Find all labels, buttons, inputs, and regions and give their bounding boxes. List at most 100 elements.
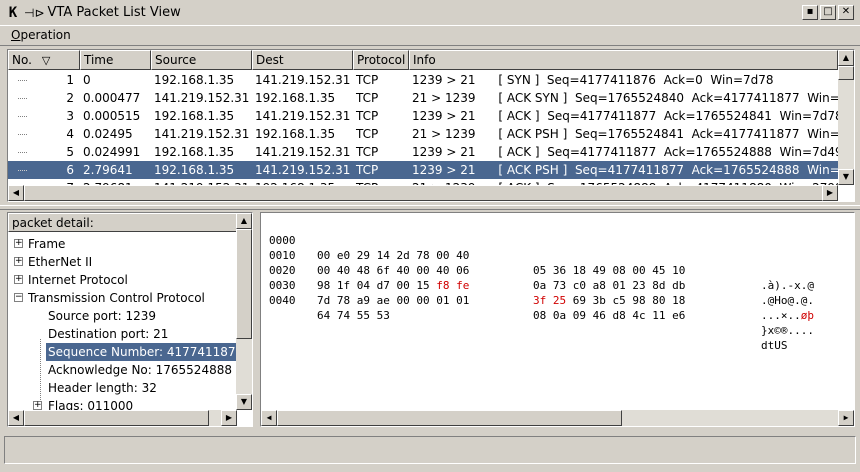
hex-hscrollbar[interactable]: ◀ ▶ [261,410,854,426]
scroll-right-icon[interactable]: ▶ [838,410,854,426]
hex-bytes: 08 0a 09 46 d8 4c 11 e6 [533,309,686,322]
hex-ascii-highlighted: øþ [800,309,814,322]
tree-node-sequence-number[interactable]: Sequence Number: 4177411877 [8,343,237,361]
row-protocol: TCP [356,163,379,177]
tree-node-frame[interactable]: + Frame [8,235,237,253]
tree-node-source-port[interactable]: Source port: 1239 [8,307,237,325]
scroll-left-icon[interactable]: ◀ [8,410,24,426]
packet-list[interactable]: No. ▽ Time Source Dest Protocol Info 1 0 … [7,49,855,202]
row-protocol: TCP [356,127,379,141]
row-dest: 141.219.152.31 [255,109,351,123]
status-bar [4,436,856,464]
hex-row: 0010 00 40 48 6f 40 00 40 06 0a 73 c0 a8… [269,233,839,307]
minimize-button[interactable]: ▪ [802,5,818,20]
scroll-left-icon[interactable]: ◀ [8,185,24,201]
hex-bytes: 7d 78 a9 ae 00 00 01 01 [317,294,470,307]
hex-ascii: }x©®.... [761,324,814,337]
row-no: 1 [66,73,74,87]
hex-offset: 0040 [269,294,296,307]
row-time: 0 [83,73,91,87]
column-no[interactable]: No. ▽ [8,50,80,70]
window-title: VTA Packet List View [47,5,181,20]
detail-hscrollbar[interactable]: ◀ ▶ [8,410,237,426]
maximize-button[interactable]: □ [820,5,836,20]
row-no: 3 [66,109,74,123]
collapse-icon[interactable]: − [14,293,23,302]
table-row[interactable]: 3 0.000515 192.168.1.35 141.219.152.31 T… [8,107,838,125]
hex-ascii: dtUS [761,339,788,352]
packet-list-vscrollbar[interactable]: ▲ ▼ [838,50,854,185]
scroll-thumb[interactable] [277,410,622,426]
row-time: 0.000477 [83,91,141,105]
column-dest[interactable]: Dest [252,50,353,70]
row-source: 141.219.152.31 [154,127,250,141]
scroll-right-icon[interactable]: ▶ [822,185,838,201]
scroll-thumb[interactable] [838,66,854,80]
scroll-down-icon[interactable]: ▼ [236,394,252,410]
expand-icon[interactable]: + [14,275,23,284]
row-info: 1239 > 21 [ SYN ] Seq=4177411876 Ack=0 W… [412,73,774,87]
menu-operation[interactable]: Operation [11,28,71,42]
packet-detail-header: packet detail: [8,213,237,232]
scroll-up-icon[interactable]: ▲ [236,213,252,229]
packet-detail-tree: + Frame + EtherNet II + Internet Protoco… [8,235,237,410]
menu-bar: Operation [0,26,860,46]
scroll-up-icon[interactable]: ▲ [838,50,854,66]
row-dest: 192.168.1.35 [255,127,336,141]
column-protocol[interactable]: Protocol [353,50,409,70]
hex-row: 0030 7d 78 a9 ae 00 00 01 01 08 0a 09 46… [269,263,839,337]
row-info: 21 > 1239 [ ACK SYN ] Seq=1765524840 Ack… [412,91,838,105]
pane-splitter[interactable] [0,205,860,210]
scroll-down-icon[interactable]: ▼ [838,169,854,185]
packet-detail-pane[interactable]: packet detail: + Frame + EtherNet II + I… [7,212,253,427]
column-info[interactable]: Info [409,50,838,70]
close-button[interactable]: ✕ [838,5,854,20]
row-dest: 141.219.152.31 [255,163,351,177]
row-no: 6 [66,163,74,177]
expand-icon[interactable]: + [14,239,23,248]
row-protocol: TCP [356,73,379,87]
row-info: 21 > 1239 [ ACK PSH ] Seq=1765524841 Ack… [412,127,838,141]
table-row[interactable]: 2 0.000477 141.219.152.31 192.168.1.35 T… [8,89,838,107]
row-source: 192.168.1.35 [154,163,235,177]
tree-node-ip[interactable]: + Internet Protocol [8,271,237,289]
tree-node-ethernet[interactable]: + EtherNet II [8,253,237,271]
row-time: 2.79641 [83,163,133,177]
row-source: 192.168.1.35 [154,145,235,159]
tree-node-header-length[interactable]: Header length: 32 [8,379,237,397]
table-row[interactable]: 4 0.02495 141.219.152.31 192.168.1.35 TC… [8,125,838,143]
row-protocol: TCP [356,91,379,105]
scroll-thumb[interactable] [24,410,209,426]
row-source: 192.168.1.35 [154,109,235,123]
row-source: 192.168.1.35 [154,73,235,87]
column-time[interactable]: Time [80,50,151,70]
detail-vscrollbar[interactable]: ▲ ▼ [236,213,252,410]
tree-node-tcp[interactable]: − Transmission Control Protocol [8,289,237,307]
table-row[interactable]: 1 0 192.168.1.35 141.219.152.31 TCP 1239… [8,71,838,89]
app-logo-icon: K [8,4,18,21]
hex-dump-pane[interactable]: 0000 00 e0 29 14 2d 78 00 40 05 36 18 49… [260,212,855,427]
packet-list-hscrollbar[interactable]: ◀ ▶ [8,185,838,201]
expand-icon[interactable]: + [14,257,23,266]
pin-icon[interactable]: ⊣⊳ [24,6,45,20]
scroll-thumb[interactable] [24,185,824,201]
scroll-right-icon[interactable]: ▶ [221,410,237,426]
row-no: 2 [66,91,74,105]
row-source: 141.219.152.31 [154,91,250,105]
column-source[interactable]: Source [151,50,252,70]
sort-descending-icon: ▽ [41,54,51,67]
title-bar[interactable]: K ⊣⊳ VTA Packet List View ▪ □ ✕ [0,0,860,26]
table-row-selected[interactable]: 6 2.79641 192.168.1.35 141.219.152.31 TC… [8,161,838,179]
tree-node-destination-port[interactable]: Destination port: 21 [8,325,237,343]
scroll-left-icon[interactable]: ◀ [261,410,277,426]
row-info: 1239 > 21 [ ACK ] Seq=4177411877 Ack=176… [412,109,838,123]
tree-node-flags[interactable]: + Flags: 011000 [8,397,237,410]
row-info: 1239 > 21 [ ACK ] Seq=4177411877 Ack=176… [412,145,838,159]
tree-node-acknowledge-no[interactable]: Acknowledge No: 1765524888 [8,361,237,379]
hex-bytes-highlighted: 3f 25 [533,294,567,307]
scroll-thumb[interactable] [236,229,252,339]
hex-bytes: 69 3b c5 98 80 18 [566,294,686,307]
expand-icon[interactable]: + [33,401,42,410]
table-row[interactable]: 5 0.024991 192.168.1.35 141.219.152.31 T… [8,143,838,161]
hex-bytes: 64 74 55 53 [317,309,390,322]
